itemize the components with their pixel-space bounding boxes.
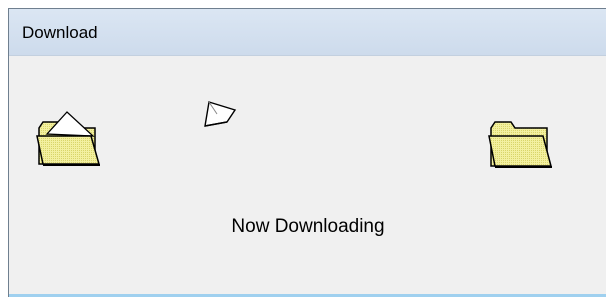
status-text: Now Downloading <box>231 216 385 237</box>
folder-icon <box>485 114 557 179</box>
open-folder-icon <box>33 106 105 175</box>
download-window: Download Now Downloading <box>8 8 606 297</box>
flying-document-icon <box>199 96 245 137</box>
download-animation-area: Now Downloading <box>9 56 606 297</box>
window-title: Download <box>22 23 98 42</box>
title-bar[interactable]: Download <box>9 9 606 56</box>
